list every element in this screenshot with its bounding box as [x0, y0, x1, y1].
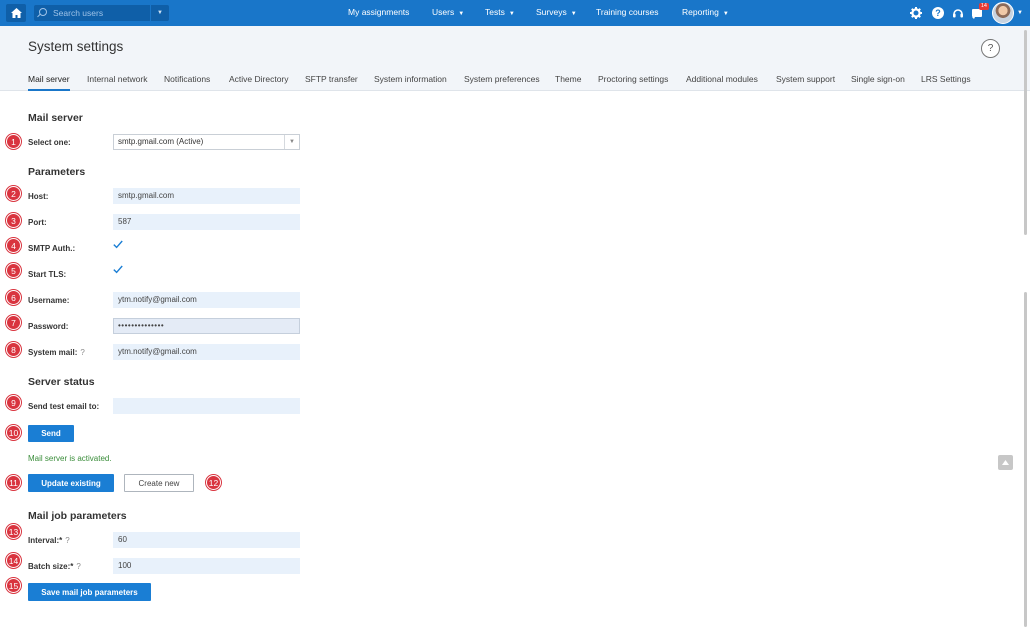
step-marker: 11 [6, 475, 21, 490]
svg-text:?: ? [935, 8, 941, 18]
nav-my-assignments[interactable]: My assignments [348, 7, 409, 17]
username-label: Username: [28, 296, 70, 305]
step-marker: 1 [6, 134, 21, 149]
home-icon[interactable] [6, 4, 26, 22]
search-dropdown-icon[interactable]: ▼ [150, 5, 169, 21]
mail-server-status-text: Mail server is activated. [28, 454, 112, 463]
nav-users[interactable]: Users ▼ [432, 7, 464, 17]
tab-internal-network[interactable]: Internal network [87, 74, 147, 84]
tab-notifications[interactable]: Notifications [164, 74, 210, 84]
chevron-down-icon[interactable]: ▼ [1017, 10, 1023, 16]
step-marker: 4 [6, 238, 21, 253]
system-mail-label: System mail:? [28, 348, 85, 357]
port-field[interactable]: 587 [113, 214, 300, 230]
gear-icon[interactable] [909, 5, 923, 20]
tab-theme[interactable]: Theme [555, 74, 581, 84]
help-icon[interactable]: ? [76, 562, 80, 571]
step-marker: 9 [6, 395, 21, 410]
batch-size-label: Batch size:*? [28, 562, 81, 571]
port-label: Port: [28, 218, 47, 227]
chevron-down-icon: ▼ [508, 11, 515, 17]
tab-lrs-settings[interactable]: LRS Settings [921, 74, 971, 84]
password-label: Password: [28, 322, 69, 331]
nav-training-courses[interactable]: Training courses [596, 7, 659, 17]
tab-mail-server[interactable]: Mail server [28, 74, 70, 84]
active-tab-indicator [28, 89, 70, 91]
headset-icon[interactable] [951, 5, 965, 20]
step-marker: 7 [6, 315, 21, 330]
create-new-button[interactable]: Create new [124, 474, 194, 492]
help-icon[interactable]: ? [80, 348, 84, 357]
step-marker: 10 [6, 425, 21, 440]
tab-single-sign-on[interactable]: Single sign-on [851, 74, 905, 84]
section-title-mail-server: Mail server [28, 112, 83, 124]
step-marker: 15 [6, 578, 21, 593]
tab-additional-modules[interactable]: Additional modules [686, 74, 758, 84]
tab-system-information[interactable]: System information [374, 74, 447, 84]
section-title-mail-job-parameters: Mail job parameters [28, 510, 127, 522]
save-mail-job-parameters-button[interactable]: Save mail job parameters [28, 583, 151, 601]
help-icon[interactable]: ? [931, 5, 945, 20]
chevron-down-icon: ▼ [722, 11, 729, 17]
interval-field[interactable]: 60 [113, 532, 300, 548]
search-input[interactable]: Search users [53, 8, 103, 18]
search-icon [39, 8, 47, 16]
send-button[interactable]: Send [28, 425, 74, 442]
tab-system-support[interactable]: System support [776, 74, 835, 84]
chevron-down-icon: ▼ [570, 11, 577, 17]
scroll-to-top-icon[interactable] [998, 455, 1013, 470]
nav-surveys[interactable]: Surveys ▼ [536, 7, 577, 17]
username-field[interactable]: ytm.notify@gmail.com [113, 292, 300, 308]
top-navigation: Search users ▼ My assignments Users ▼ Tes… [0, 0, 1030, 26]
notification-badge: 14 [978, 3, 989, 10]
page-scrollbar[interactable] [1024, 292, 1027, 627]
test-email-field[interactable] [113, 398, 300, 414]
tab-active-directory[interactable]: Active Directory [229, 74, 289, 84]
system-mail-field[interactable]: ytm.notify@gmail.com [113, 344, 300, 360]
step-marker: 12 [206, 475, 221, 490]
start-tls-checkbox[interactable] [113, 265, 123, 275]
start-tls-label: Start TLS: [28, 270, 67, 279]
step-marker: 5 [6, 263, 21, 278]
step-marker: 13 [6, 524, 21, 539]
update-existing-button[interactable]: Update existing [28, 474, 114, 492]
step-marker: 3 [6, 213, 21, 228]
send-test-email-label: Send test email to: [28, 402, 100, 411]
mail-server-select[interactable]: smtp.gmail.com (Active) ▼ [113, 134, 300, 150]
host-field[interactable]: smtp.gmail.com [113, 188, 300, 204]
page-help-icon[interactable]: ? [981, 39, 1000, 58]
nav-reporting[interactable]: Reporting ▼ [682, 7, 729, 17]
tab-sftp-transfer[interactable]: SFTP transfer [305, 74, 358, 84]
host-label: Host: [28, 192, 49, 201]
step-marker: 8 [6, 342, 21, 357]
section-title-server-status: Server status [28, 376, 95, 388]
tab-system-preferences[interactable]: System preferences [464, 74, 540, 84]
nav-tests[interactable]: Tests ▼ [485, 7, 515, 17]
smtp-auth-checkbox[interactable] [113, 240, 123, 250]
chevron-down-icon[interactable]: ▼ [284, 135, 299, 149]
section-title-parameters: Parameters [28, 166, 86, 178]
avatar[interactable] [992, 2, 1014, 24]
password-field[interactable]: •••••••••••••• [113, 318, 300, 334]
page-title: System settings [28, 39, 124, 54]
batch-size-field[interactable]: 100 [113, 558, 300, 574]
step-marker: 14 [6, 553, 21, 568]
select-one-label: Select one: [28, 138, 71, 147]
header-scrollbar[interactable] [1024, 30, 1027, 235]
help-icon[interactable]: ? [65, 536, 69, 545]
step-marker: 6 [6, 290, 21, 305]
interval-label: Interval:*? [28, 536, 70, 545]
smtp-auth-label: SMTP Auth.: [28, 244, 76, 253]
search-box[interactable]: Search users ▼ [34, 5, 169, 21]
tab-proctoring-settings[interactable]: Proctoring settings [598, 74, 668, 84]
chevron-down-icon: ▼ [458, 11, 465, 17]
step-marker: 2 [6, 186, 21, 201]
notification-icon[interactable]: 14 [970, 3, 989, 20]
